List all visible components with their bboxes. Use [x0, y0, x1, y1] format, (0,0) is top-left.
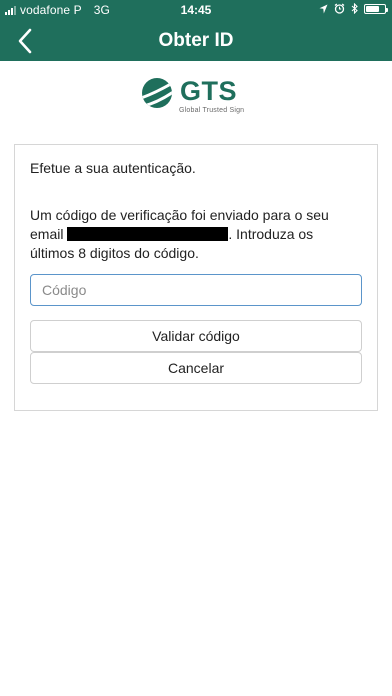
verification-code-input[interactable]: [30, 274, 362, 306]
validate-code-button[interactable]: Validar código: [30, 320, 362, 352]
nav-bar: Obter ID: [0, 20, 392, 61]
alarm-clock-icon: [334, 3, 345, 14]
logo-globe-icon: [142, 78, 172, 108]
status-bar: vodafone P 3G 14:45: [0, 0, 392, 20]
page-title: Obter ID: [158, 30, 234, 51]
status-right: [319, 3, 388, 14]
logo-wordmark: GTS: [180, 76, 238, 106]
logo-tagline: Global Trusted Sign: [179, 107, 245, 114]
redacted-email: [67, 227, 229, 241]
location-arrow-icon: [319, 4, 328, 13]
battery-icon: [364, 3, 388, 14]
cancel-button[interactable]: Cancelar: [30, 352, 362, 384]
gts-logo: GTS Global Trusted Sign: [140, 76, 252, 118]
bluetooth-icon: [351, 3, 358, 14]
authentication-card: Efetue a sua autenticação. Um código de …: [14, 144, 378, 411]
chevron-left-icon: [18, 28, 32, 54]
auth-heading: Efetue a sua autenticação.: [30, 160, 196, 176]
back-button[interactable]: [12, 27, 40, 55]
verification-message: Um código de verificação foi enviado par…: [30, 206, 360, 263]
